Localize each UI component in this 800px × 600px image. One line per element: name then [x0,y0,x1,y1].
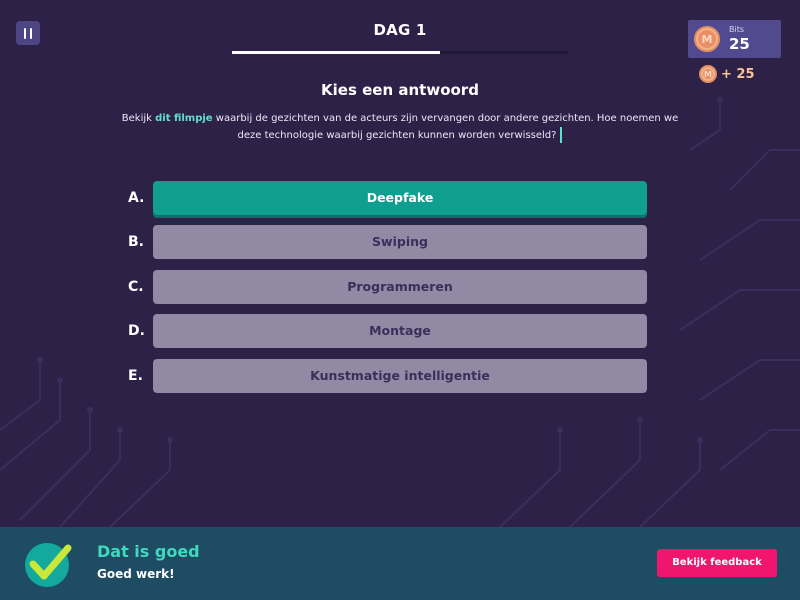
answer-row-a: A. Deepfake [128,181,648,216]
video-link[interactable]: dit filmpje [155,113,212,124]
answer-button-d[interactable]: Montage [153,314,647,348]
reward-indicator: M + 25 [699,64,755,84]
coin-icon: M [699,65,717,83]
reward-amount: + 25 [721,66,755,82]
answer-button-e[interactable]: Kunstmatige intelligentie [153,359,647,393]
day-progress-fill [232,51,441,54]
bits-value: 25 [729,35,750,53]
answer-row-e: E. Kunstmatige intelligentie [128,359,648,394]
answer-button-c[interactable]: Programmeren [153,270,647,304]
view-feedback-button[interactable]: Bekijk feedback [657,549,777,577]
answer-letter: A. [128,190,145,206]
answer-letter: B. [128,234,144,250]
bits-counter: M Bits 25 [688,20,781,58]
coin-icon: M [694,26,720,52]
pause-icon [24,27,26,39]
day-progress-bar [232,51,568,54]
answer-button-a[interactable]: Deepfake [153,181,647,215]
answer-button-b[interactable]: Swiping [153,225,647,259]
answer-letter: E. [128,368,143,384]
answer-row-d: D. Montage [128,314,648,349]
bits-label: Bits [729,25,745,34]
feedback-title: Dat is goed [97,542,200,561]
question-title: Kies een antwoord [321,81,479,99]
checkmark-icon [24,540,74,588]
answer-letter: D. [128,323,145,339]
feedback-subtitle: Goed werk! [97,567,175,581]
pause-button[interactable] [16,21,40,45]
question-text: Bekijk dit filmpje waarbij de gezichten … [121,113,679,143]
answer-row-b: B. Swiping [128,225,648,260]
answer-row-c: C. Programmeren [128,270,648,305]
day-title: DAG 1 [373,21,427,39]
feedback-bar: Dat is goed Goed werk! Bekijk feedback [0,527,800,600]
answer-letter: C. [128,279,144,295]
text-cursor [560,127,563,143]
